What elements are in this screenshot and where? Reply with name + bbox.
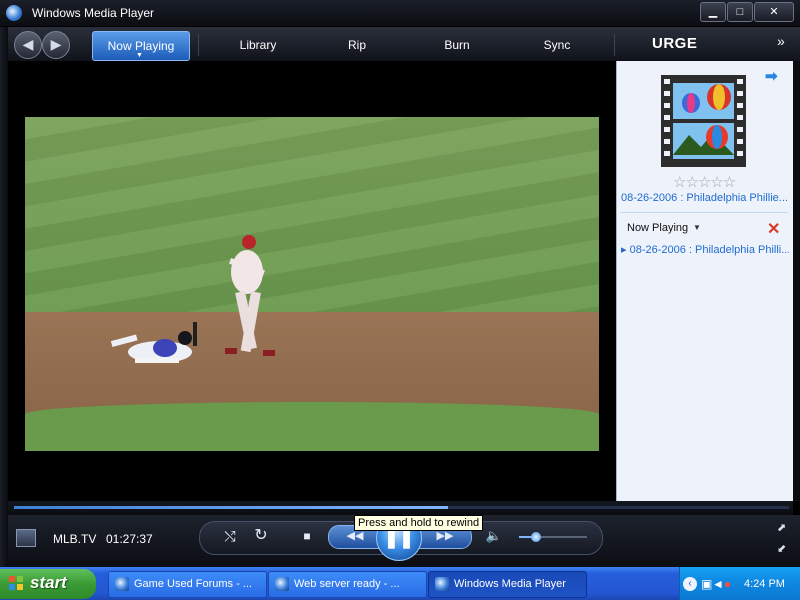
tab-dropdown-icon[interactable]: ▼	[136, 52, 143, 59]
volume-slider-handle[interactable]	[531, 532, 541, 542]
close-button[interactable]: ✕	[754, 2, 794, 22]
shuffle-icon[interactable]: ⤭	[220, 526, 240, 546]
nav-more-button[interactable]: »	[777, 33, 785, 49]
playlist-item-title: 08-26-2006 : Philadelphia Philli...	[629, 244, 789, 256]
taskbar-button-active[interactable]: Windows Media Player	[428, 571, 587, 598]
security-alert-icon[interactable]: ●	[724, 577, 731, 591]
windows-logo-icon	[9, 576, 23, 590]
taskbar-button-label: Windows Media Player	[454, 578, 566, 590]
window-frame-left	[0, 27, 8, 567]
full-screen-button[interactable]: ⬋	[777, 542, 786, 555]
show-hidden-icons-button[interactable]: ‹	[683, 577, 697, 591]
film-strip-icon	[661, 75, 746, 167]
forward-button[interactable]: ▶	[42, 31, 70, 59]
window-frame-right	[793, 61, 800, 501]
wmp-logo-icon	[6, 5, 22, 21]
remove-x-icon[interactable]: ✕	[767, 219, 780, 239]
ie-icon	[115, 577, 129, 592]
network-icon[interactable]: ▣	[701, 577, 712, 591]
rewind-tooltip: Press and hold to rewind	[354, 515, 484, 531]
panel-divider	[620, 212, 788, 213]
album-title-link[interactable]: 08-26-2006 : Philadelphia Phillie...	[621, 192, 789, 204]
title-bar[interactable]: Windows Media Player ▁ □ ✕	[0, 0, 800, 26]
repeat-icon[interactable]: ↻	[251, 526, 271, 546]
video-grass	[25, 402, 599, 451]
start-label: start	[30, 573, 67, 592]
ie-icon	[275, 577, 289, 592]
window-title: Windows Media Player	[32, 6, 155, 20]
tab-rip[interactable]: Rip	[330, 31, 384, 59]
taskbar-button[interactable]: Game Used Forums - ...	[108, 571, 267, 598]
next-arrow-icon[interactable]: ➡	[765, 67, 778, 85]
taskbar-button-label: Game Used Forums - ...	[134, 578, 252, 590]
video-frame[interactable]	[25, 117, 599, 451]
start-button[interactable]: start	[0, 569, 96, 599]
forward-arrow-icon: ▶	[50, 36, 62, 52]
switch-to-skin-mode-button[interactable]: ⬈	[777, 521, 786, 534]
album-art	[661, 75, 746, 167]
nav-separator	[198, 34, 199, 56]
tab-sync[interactable]: Sync	[530, 31, 584, 59]
playlist-item[interactable]: ▸ 08-26-2006 : Philadelphia Philli...	[621, 243, 789, 256]
taskbar-button-label: Web server ready - ...	[294, 578, 400, 590]
tab-urge[interactable]: URGE	[652, 35, 697, 52]
maximize-button[interactable]: □	[727, 2, 753, 22]
elapsed-time[interactable]: 01:27:37	[106, 532, 153, 546]
nav-separator	[614, 34, 615, 56]
rating-stars[interactable]: ☆☆☆☆☆	[673, 173, 736, 191]
video-fielder	[225, 235, 275, 356]
now-playing-list-label[interactable]: Now Playing	[627, 222, 688, 234]
clock[interactable]: 4:24 PM	[744, 578, 785, 590]
back-arrow-icon: ◀	[22, 36, 34, 52]
volume-icon[interactable]: 🔈	[484, 526, 504, 546]
seek-bar-progress[interactable]	[14, 506, 448, 509]
tab-burn[interactable]: Burn	[430, 31, 484, 59]
media-source-label: MLB.TV	[53, 532, 97, 546]
wmp-logo-icon	[435, 577, 449, 592]
speaker-icon[interactable]: ◄	[712, 577, 724, 591]
tab-library[interactable]: Library	[225, 31, 291, 59]
video-media-icon	[16, 529, 36, 547]
playing-marker-icon: ▸	[621, 244, 627, 256]
stop-icon[interactable]: ■	[297, 526, 317, 546]
minimize-button[interactable]: ▁	[700, 2, 726, 22]
video-baserunner	[110, 322, 197, 363]
chevron-down-icon[interactable]: ▼	[693, 223, 701, 232]
taskbar-button[interactable]: Web server ready - ...	[268, 571, 427, 598]
back-button[interactable]: ◀	[14, 31, 42, 59]
